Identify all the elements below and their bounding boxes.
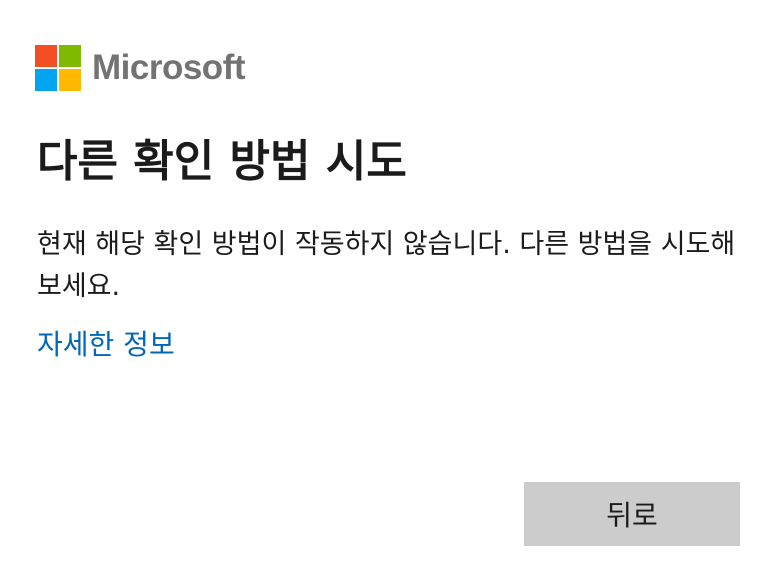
logo-square-yellow	[59, 69, 81, 91]
more-info-link[interactable]: 자세한 정보	[37, 325, 175, 365]
description-text: 현재 해당 확인 방법이 작동하지 않습니다. 다른 방법을 시도해 보세요.	[37, 229, 736, 302]
brand-header: Microsoft	[35, 45, 246, 91]
page-title: 다른 확인 방법 시도	[37, 136, 407, 187]
logo-square-red	[35, 45, 57, 67]
microsoft-logo-icon	[35, 45, 81, 91]
logo-square-blue	[35, 69, 57, 91]
brand-name: Microsoft	[92, 48, 246, 87]
back-button[interactable]: 뒤로	[524, 482, 740, 546]
logo-square-green	[59, 45, 81, 67]
